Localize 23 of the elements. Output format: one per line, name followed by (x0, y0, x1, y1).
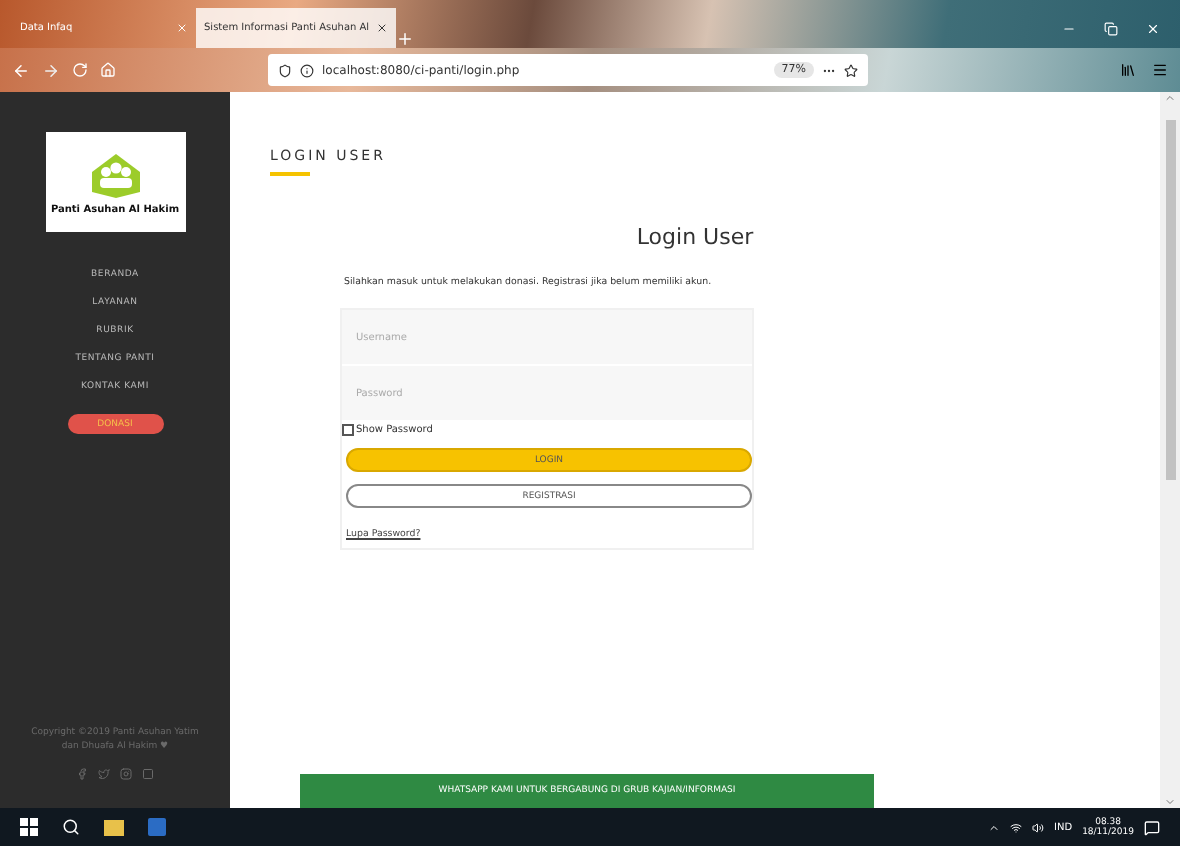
windows-icon[interactable] (20, 818, 38, 836)
notification-icon[interactable] (1144, 819, 1160, 835)
library-icon[interactable] (1120, 62, 1136, 78)
close-icon[interactable] (376, 22, 388, 34)
reload-icon[interactable] (72, 62, 88, 78)
network-icon[interactable] (1009, 821, 1022, 833)
form-title: Login User (634, 224, 756, 250)
forward-icon[interactable] (42, 61, 60, 79)
back-icon[interactable] (12, 61, 30, 79)
info-icon[interactable] (300, 63, 314, 77)
restore-icon[interactable] (1104, 22, 1118, 36)
square-icon[interactable] (142, 768, 154, 780)
menu-icon[interactable] (1152, 62, 1168, 78)
volume-icon[interactable] (1031, 821, 1044, 833)
star-icon[interactable] (844, 63, 858, 77)
show-password-checkbox[interactable] (342, 424, 354, 436)
new-tab-icon[interactable] (396, 30, 414, 48)
shield-icon[interactable] (278, 63, 292, 77)
home-icon[interactable] (100, 62, 116, 78)
search-icon[interactable] (62, 818, 80, 836)
chevron-up-icon[interactable] (987, 821, 1000, 833)
folder-icon[interactable] (104, 819, 124, 835)
minimize-icon[interactable] (1062, 22, 1076, 36)
